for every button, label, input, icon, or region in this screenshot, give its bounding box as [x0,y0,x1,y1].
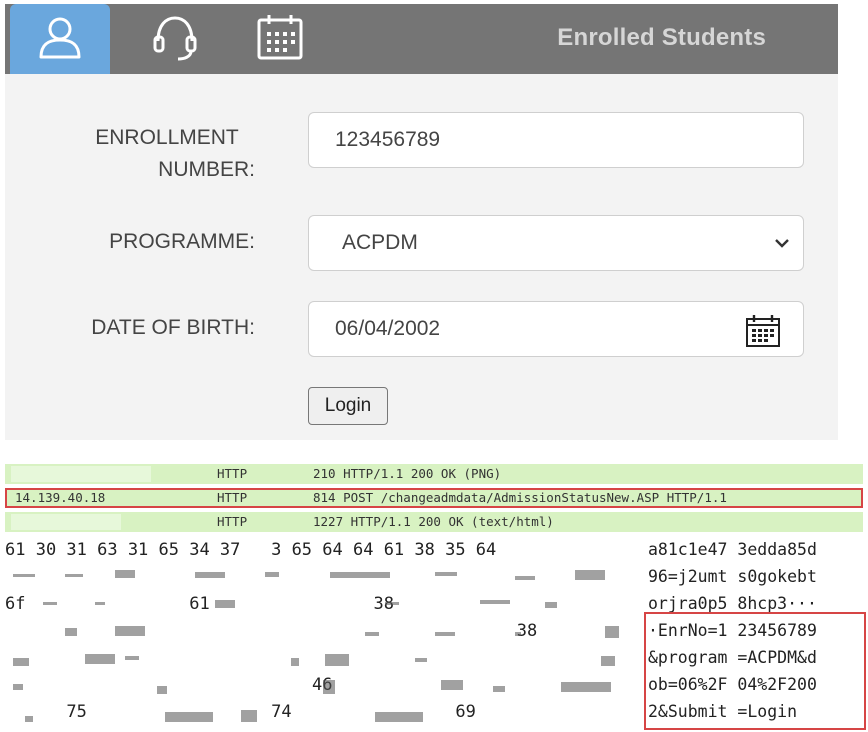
programme-label: PROGRAMME: [109,230,255,253]
ascii-line: 96=j2umt s0gokebt [648,567,817,586]
packet-protocol: HTTP [217,466,248,481]
packet-row[interactable]: HTTP 210 HTTP/1.1 200 OK (PNG) [5,464,863,484]
calendar-picker-icon[interactable] [745,314,781,354]
hex-dump: 61 30 31 63 31 65 34 37 3 65 64 64 61 38… [5,540,635,732]
ascii-line: orjra0p5 8hcp3··· [648,594,817,613]
date-of-birth-value: 06/04/2002 [335,317,441,340]
packet-protocol: HTTP [217,490,248,505]
ascii-line: a81c1e47 3edda85d [648,540,817,559]
calendar-icon [255,12,305,67]
packet-row[interactable]: HTTP 1227 HTTP/1.1 200 OK (text/html) [5,512,863,532]
tab-profile[interactable] [10,4,110,86]
programme-value: ACPDM [342,231,418,254]
chevron-down-icon [773,234,791,258]
packet-row-selected[interactable]: 14.139.40.18 HTTP 814 POST /changeadmdat… [5,488,863,508]
tab-calendar[interactable] [230,4,330,74]
enrollment-label: ENROLLMENT NUMBER: [65,122,255,186]
highlight-frame [644,612,866,730]
login-button[interactable]: Login [308,387,388,425]
top-tab-bar: Enrolled Students [5,4,838,86]
dob-label: DATE OF BIRTH: [91,316,255,339]
tab-support[interactable] [125,4,225,74]
enrollment-label-line1: ENROLLMENT [95,126,239,149]
date-of-birth-input[interactable]: 06/04/2002 [308,301,804,357]
packet-protocol: HTTP [217,514,248,529]
packet-source: 14.139.40.18 [15,490,106,505]
login-form: ENROLLMENT NUMBER: 123456789 PROGRAMME: … [5,74,838,440]
programme-select[interactable]: ACPDM [308,215,804,271]
enrollment-number-value: 123456789 [335,128,441,151]
user-icon [36,13,84,66]
packet-info: 210 HTTP/1.1 200 OK (PNG) [313,466,502,481]
packet-info: 814 POST /changeadmdata/AdmissionStatusN… [313,490,727,505]
enrollment-label-line2: NUMBER: [158,158,255,181]
packet-info: 1227 HTTP/1.1 200 OK (text/html) [313,514,554,529]
headset-icon [150,13,200,66]
page-title: Enrolled Students [557,24,766,51]
obscured-hex-fragments [13,570,619,722]
enrollment-number-input[interactable]: 123456789 [308,112,804,168]
